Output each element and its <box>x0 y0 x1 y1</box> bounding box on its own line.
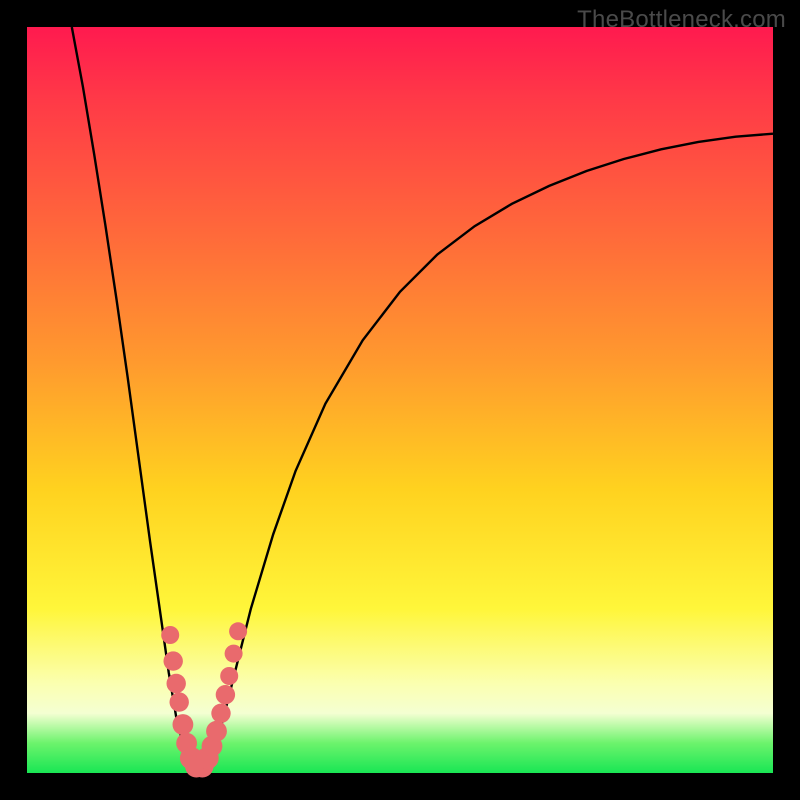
data-dot <box>206 721 227 742</box>
data-dot <box>220 667 238 685</box>
chart-svg <box>27 27 773 773</box>
data-dot <box>211 704 230 723</box>
data-dots <box>161 622 247 777</box>
data-dot <box>225 645 243 663</box>
data-dot <box>161 626 179 644</box>
watermark-text: TheBottleneck.com <box>577 6 786 34</box>
data-dot <box>229 622 247 640</box>
plot-area <box>27 27 773 773</box>
chart-frame: TheBottleneck.com <box>0 0 800 800</box>
data-dot <box>164 651 183 670</box>
data-dot <box>167 674 186 693</box>
data-dot <box>216 685 235 704</box>
data-dot <box>170 692 189 711</box>
data-dot <box>173 714 194 735</box>
